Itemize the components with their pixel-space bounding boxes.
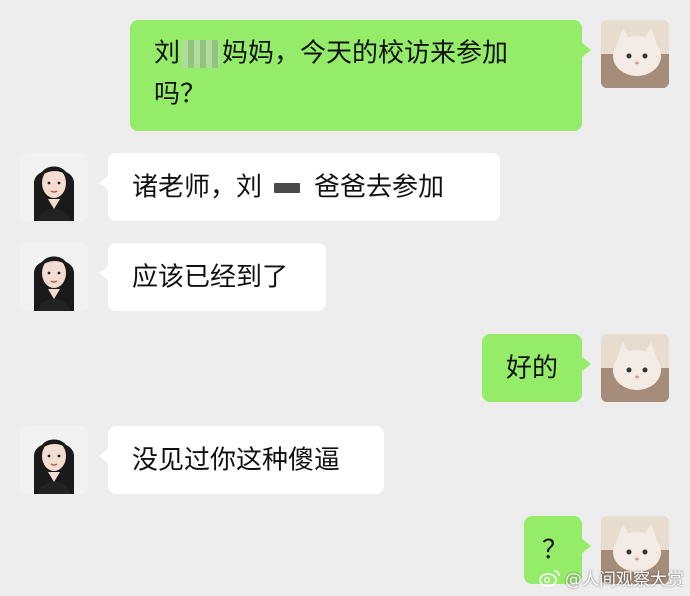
bubble-tail <box>581 538 591 554</box>
message-text: 刘 <box>154 38 181 69</box>
redacted-name <box>182 39 221 68</box>
woman-avatar-icon <box>20 243 88 311</box>
cat-avatar-icon <box>601 20 669 88</box>
cat-avatar-icon <box>601 334 669 402</box>
bubble-tail <box>581 356 591 372</box>
message-text: 应该已经到了 <box>132 262 289 293</box>
message-text: 没见过你这种傻逼 <box>132 445 341 476</box>
message-text: ？ <box>542 535 569 566</box>
message-text: 爸爸去参加 <box>314 172 445 203</box>
watermark: @人间观察大赏 <box>539 565 684 590</box>
woman-avatar-icon <box>20 426 88 494</box>
contact-avatar-woman[interactable] <box>20 153 88 221</box>
bubble-tail <box>581 42 591 58</box>
contact-avatar-woman[interactable] <box>20 243 88 311</box>
contact-avatar-woman[interactable] <box>20 426 88 494</box>
bubble-tail <box>99 448 109 464</box>
message-text: 妈妈，今天的校访来参加 <box>222 38 509 69</box>
message-bubble-me[interactable]: 好的 <box>482 334 591 402</box>
message-bubble-them[interactable]: 没见过你这种傻逼 <box>99 426 384 494</box>
weibo-icon <box>539 569 560 587</box>
bubble-tail <box>99 265 109 281</box>
message-text: 吗？ <box>154 79 207 109</box>
watermark-text: @人间观察大赏 <box>565 570 684 590</box>
message-bubble-me[interactable]: 刘 妈妈，今天的校访来参加 吗？ <box>130 20 591 131</box>
woman-avatar-icon <box>20 153 88 221</box>
bubble-tail <box>99 175 109 191</box>
message-bubble-them[interactable]: 应该已经到了 <box>99 243 326 311</box>
message-bubble-them[interactable]: 诸老师，刘 爸爸去参加 <box>99 153 500 221</box>
message-text: 诸老师，刘 <box>132 172 263 203</box>
chat-area: 刘 妈妈，今天的校访来参加 吗？ 诸老师，刘 爸爸去参加 应该已经到了 好的 没见… <box>0 0 690 596</box>
user-avatar-cat[interactable] <box>601 334 669 402</box>
message-text: 好的 <box>506 353 559 384</box>
user-avatar-cat[interactable] <box>601 20 669 88</box>
redacted-name <box>274 182 301 193</box>
